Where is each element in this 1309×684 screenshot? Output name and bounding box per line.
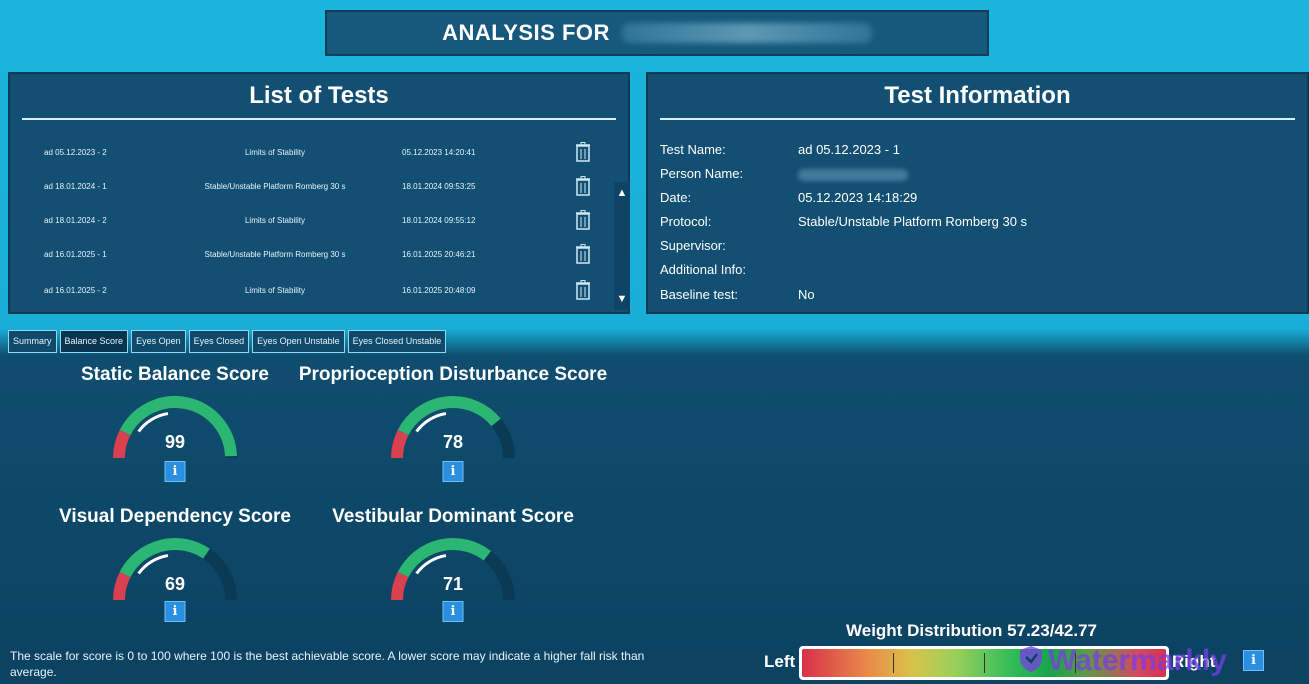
- trash-icon[interactable]: [575, 142, 591, 162]
- vestibular-info-button[interactable]: i: [442, 601, 464, 622]
- test-name: ad 18.01.2024 - 1: [44, 182, 107, 191]
- static-balance-info-button[interactable]: i: [164, 461, 186, 482]
- test-name: ad 16.01.2025 - 1: [44, 250, 107, 259]
- test-info-panel: Test Information Test Name: ad 05.12.202…: [646, 72, 1309, 314]
- trash-icon[interactable]: [575, 244, 591, 264]
- test-row[interactable]: ad 16.01.2025 - 2 Limits of Stability 16…: [10, 278, 610, 302]
- test-name: ad 16.01.2025 - 2: [44, 286, 107, 295]
- proprioception-gauge: [391, 396, 515, 459]
- tests-scrollbar[interactable]: ▲ ▼: [614, 182, 630, 310]
- info-value: 05.12.2023 14:18:29: [798, 190, 918, 205]
- page-title: ANALYSIS FOR: [442, 20, 610, 45]
- test-row[interactable]: ad 05.12.2023 - 2 Limits of Stability 05…: [10, 140, 610, 164]
- arrow-up-icon[interactable]: ▲: [616, 186, 628, 200]
- tab-summary[interactable]: Summary: [8, 330, 57, 353]
- test-datetime: 16.01.2025 20:48:09: [402, 286, 476, 295]
- score-scale-note: The scale for score is 0 to 100 where 10…: [10, 649, 645, 679]
- test-name: ad 05.12.2023 - 2: [44, 148, 107, 157]
- static-balance-gauge: [113, 396, 237, 459]
- info-label: Baseline test:: [660, 287, 739, 302]
- test-datetime: 16.01.2025 20:46:21: [402, 250, 476, 259]
- test-datetime: 18.01.2024 09:53:25: [402, 182, 476, 191]
- tab-balance-score[interactable]: Balance Score: [59, 330, 129, 353]
- vestibular-value: 71: [442, 574, 464, 594]
- info-label: Additional Info:: [660, 262, 747, 277]
- analysis-header: ANALYSIS FOR: [325, 10, 989, 56]
- gauge-value-arc: [397, 396, 501, 436]
- proprioception-title: Proprioception Disturbance Score: [298, 364, 608, 385]
- gauge-red-segment: [113, 571, 131, 601]
- watermark-text: Watermarkly: [1048, 644, 1227, 677]
- shield-icon: [1020, 646, 1042, 672]
- weight-distribution-info-button[interactable]: i: [1243, 650, 1264, 671]
- app-screen: ANALYSIS FOR List of Tests ad 05.12.2023…: [0, 0, 1309, 684]
- test-protocol: Stable/Unstable Platform Romberg 30 s: [204, 182, 346, 191]
- redacted-person-name: [798, 169, 908, 181]
- test-protocol: Limits of Stability: [244, 148, 306, 157]
- info-label: Person Name:: [660, 166, 744, 181]
- bar-tick: [984, 653, 985, 673]
- tab-eyes-open[interactable]: Eyes Open: [131, 330, 186, 353]
- test-name: ad 18.01.2024 - 2: [44, 216, 107, 225]
- weight-left-label: Left: [764, 652, 796, 671]
- static-balance-value: 99: [164, 432, 186, 452]
- tab-eyes-closed[interactable]: Eyes Closed: [188, 330, 250, 353]
- test-info-title: Test Information: [884, 82, 1071, 109]
- weight-distribution-title: Weight Distribution 57.23/42.77: [846, 621, 1097, 640]
- test-protocol: Stable/Unstable Platform Romberg 30 s: [204, 250, 346, 259]
- info-value: Stable/Unstable Platform Romberg 30 s: [798, 214, 1028, 229]
- visual-dependency-title: Visual Dependency Score: [59, 506, 291, 527]
- tests-panel-divider: [22, 118, 616, 120]
- trash-icon[interactable]: [575, 176, 591, 196]
- test-info-divider: [660, 118, 1295, 120]
- info-value: No: [798, 287, 815, 302]
- test-row[interactable]: ad 16.01.2025 - 1 Stable/Unstable Platfo…: [10, 242, 610, 266]
- info-label: Supervisor:: [660, 238, 726, 253]
- vestibular-title: Vestibular Dominant Score: [332, 506, 574, 527]
- vestibular-gauge: [391, 538, 515, 601]
- visual-dependency-value: 69: [164, 574, 186, 594]
- test-datetime: 05.12.2023 14:20:41: [402, 148, 476, 157]
- test-datetime: 18.01.2024 09:55:12: [402, 216, 476, 225]
- gauge-value-arc: [119, 538, 210, 578]
- test-protocol: Limits of Stability: [244, 286, 306, 295]
- test-row[interactable]: ad 18.01.2024 - 2 Limits of Stability 18…: [10, 208, 610, 232]
- trash-icon[interactable]: [575, 280, 591, 300]
- info-label: Date:: [660, 190, 692, 205]
- visual-dependency-gauge: [113, 538, 237, 601]
- score-tabs: Summary Balance Score Eyes Open Eyes Clo…: [8, 330, 447, 353]
- tab-eyes-open-unstable[interactable]: Eyes Open Unstable: [252, 330, 345, 353]
- gauge-red-segment: [113, 429, 131, 459]
- watermark: Watermarkly: [1018, 644, 1227, 678]
- test-protocol: Limits of Stability: [244, 216, 306, 225]
- tests-panel-title: List of Tests: [249, 82, 389, 109]
- arrow-down-icon[interactable]: ▼: [616, 292, 628, 306]
- gauge-value-arc: [397, 538, 491, 578]
- gauge-red-segment: [391, 571, 409, 601]
- info-value: ad 05.12.2023 - 1: [798, 142, 900, 157]
- visual-dependency-info-button[interactable]: i: [164, 601, 186, 622]
- tests-panel: List of Tests ad 05.12.2023 - 2 Limits o…: [8, 72, 630, 314]
- gauge-red-segment: [391, 429, 409, 459]
- proprioception-value: 78: [442, 432, 464, 452]
- test-row[interactable]: ad 18.01.2024 - 1 Stable/Unstable Platfo…: [10, 174, 610, 198]
- trash-icon[interactable]: [575, 210, 591, 230]
- proprioception-info-button[interactable]: i: [442, 461, 464, 482]
- redacted-person-name: [621, 23, 872, 43]
- info-label: Protocol:: [660, 214, 712, 229]
- bar-tick: [893, 653, 894, 673]
- info-label: Test Name:: [660, 142, 726, 157]
- tab-eyes-closed-unstable[interactable]: Eyes Closed Unstable: [347, 330, 447, 353]
- static-balance-title: Static Balance Score: [81, 364, 269, 385]
